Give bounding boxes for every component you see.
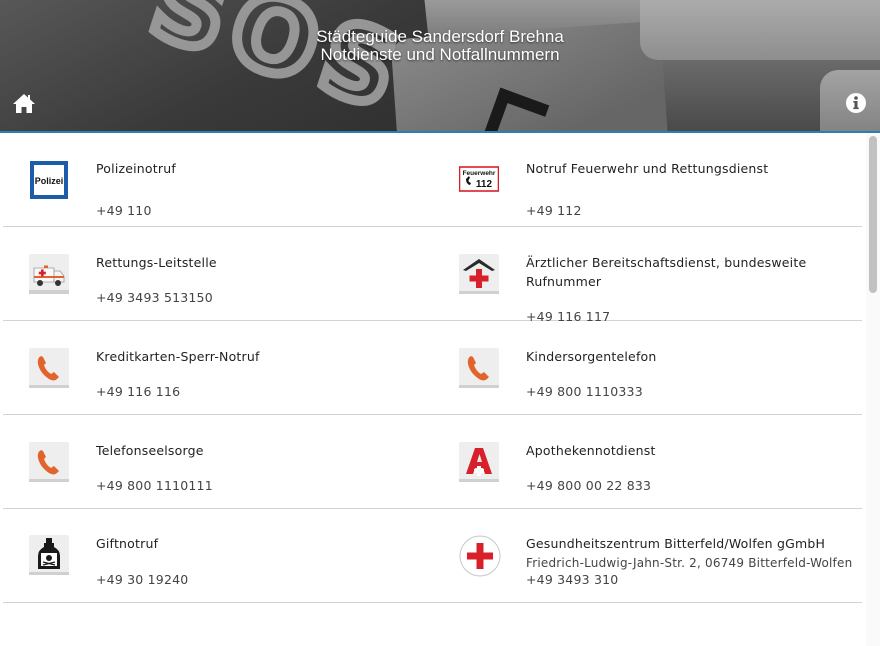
entry-phone[interactable]: +49 116 116 (96, 384, 180, 399)
list-row: Kreditkarten-Sperr-Notruf +49 116 116 Ki… (3, 321, 862, 415)
list-row: Rettungs-Leitstelle +49 3493 513150 Ärzt… (3, 227, 862, 324)
list-item[interactable]: Kindersorgentelefon +49 800 1110333 (433, 321, 861, 414)
home-icon (13, 94, 35, 113)
entry-phone[interactable]: +49 800 00 22 833 (526, 478, 651, 493)
entry-phone[interactable]: +49 3493 513150 (96, 290, 213, 305)
entry-name: Telefonseelsorge (96, 443, 204, 458)
list-item[interactable]: Gesundheitszentrum Bitterfeld/Wolfen gGm… (433, 509, 861, 602)
list-item[interactable]: Rettungs-Leitstelle +49 3493 513150 (3, 227, 431, 320)
medical-house-icon (459, 254, 499, 294)
entry-phone[interactable]: +49 3493 310 (526, 572, 618, 587)
list-item[interactable]: Polizei Polizeinotruf +49 110 (3, 133, 431, 226)
list-item[interactable]: Kreditkarten-Sperr-Notruf +49 116 116 (3, 321, 431, 414)
entry-phone[interactable]: +49 800 1110111 (96, 478, 213, 493)
entry-phone[interactable]: +49 800 1110333 (526, 384, 643, 399)
page-title: Städteguide Sandersdorf Brehna Notdienst… (0, 28, 880, 64)
entry-phone[interactable]: +49 110 (96, 203, 152, 218)
info-icon (846, 93, 866, 113)
ambulance-icon (29, 254, 69, 294)
scrollbar-thumb[interactable] (869, 136, 877, 293)
phone-icon (29, 442, 69, 482)
police-sign-text: Polizei (35, 176, 64, 186)
home-button[interactable] (11, 92, 37, 114)
poison-bottle-icon (29, 535, 69, 575)
pharmacy-icon (459, 442, 499, 482)
scrollbar[interactable] (866, 133, 880, 646)
list-item[interactable]: Ärztlicher Bereitschaftsdienst, bundeswe… (433, 227, 861, 324)
app-header: SOS Städteguide Sandersdorf Brehna Notdi… (0, 0, 880, 133)
phone-icon (29, 348, 69, 388)
fire-sign-label: Feuerwehr (463, 170, 496, 177)
entry-phone[interactable]: +49 112 (526, 203, 582, 218)
entry-name: Ärztlicher Bereitschaftsdienst, bundeswe… (526, 255, 807, 289)
entry-address: Friedrich-Ludwig-Jahn-Str. 2, 06749 Bitt… (526, 556, 853, 570)
red-cross-icon (459, 535, 501, 577)
phone-icon (459, 348, 499, 388)
entry-name: Apothekennotdienst (526, 443, 656, 458)
list-item[interactable]: Giftnotruf +49 30 19240 (3, 509, 431, 602)
list-row: Polizei Polizeinotruf +49 110 Feuerwehr … (3, 133, 862, 227)
list-item[interactable]: Apothekennotdienst +49 800 00 22 833 (433, 415, 861, 508)
entry-name: Notruf Feuerwehr und Rettungsdienst (526, 161, 769, 176)
list-row: Telefonseelsorge +49 800 1110111 Apothek… (3, 415, 862, 509)
entry-name: Gesundheitszentrum Bitterfeld/Wolfen gGm… (526, 536, 826, 551)
list-row: Giftnotruf +49 30 19240 Gesundheitszentr… (3, 509, 862, 603)
entry-name: Polizeinotruf (96, 161, 176, 176)
police-sign-icon: Polizei (29, 160, 69, 200)
entry-name: Kreditkarten-Sperr-Notruf (96, 349, 260, 364)
entry-name: Kindersorgentelefon (526, 349, 657, 364)
entry-name: Giftnotruf (96, 536, 159, 551)
list-item[interactable]: Telefonseelsorge +49 800 1110111 (3, 415, 431, 508)
entry-phone[interactable]: +49 30 19240 (96, 572, 188, 587)
fire-department-sign-icon: Feuerwehr 112 (458, 160, 500, 200)
title-line-1: Städteguide Sandersdorf Brehna (316, 27, 564, 46)
info-button[interactable] (845, 92, 867, 114)
entry-name: Rettungs-Leitstelle (96, 255, 217, 270)
title-line-2: Notdienste und Notfallnummern (320, 45, 560, 64)
emergency-list[interactable]: Polizei Polizeinotruf +49 110 Feuerwehr … (0, 133, 866, 646)
list-item[interactable]: Feuerwehr 112 Notruf Feuerwehr und Rettu… (433, 133, 861, 226)
fire-sign-number: 112 (476, 179, 493, 190)
